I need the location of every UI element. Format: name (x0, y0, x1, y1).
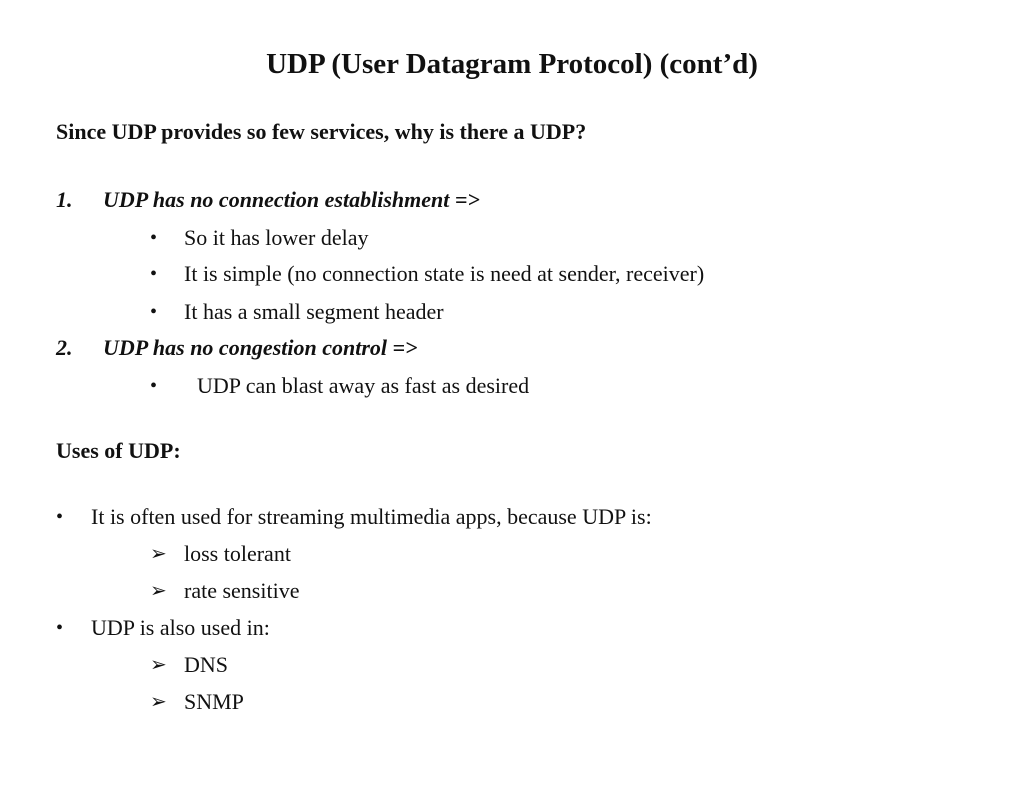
bullet-icon: • (56, 506, 64, 528)
list-item: It is simple (no connection state is nee… (184, 261, 705, 286)
bullet-icon: • (150, 301, 158, 323)
slide-title: UDP (User Datagram Protocol) (cont’d) (266, 48, 758, 80)
arrow-bullet-icon: ➢ (150, 654, 167, 676)
list-item: loss tolerant (184, 541, 291, 566)
arrow-bullet-icon: ➢ (150, 580, 167, 602)
list-item: So it has lower delay (184, 225, 369, 250)
list-item: It is often used for streaming multimedi… (91, 504, 652, 529)
list-item: SNMP (184, 689, 244, 714)
reason-number: 2. (56, 335, 73, 360)
bullet-icon: • (150, 263, 158, 285)
question-heading: Since UDP provides so few services, why … (56, 119, 587, 144)
reason-number: 1. (56, 187, 73, 212)
list-item: rate sensitive (184, 578, 300, 603)
reason-heading: UDP has no connection establishment => (103, 187, 480, 212)
list-item: UDP can blast away as fast as desired (197, 373, 530, 398)
arrow-bullet-icon: ➢ (150, 691, 167, 713)
bullet-icon: • (150, 227, 158, 249)
list-item: It has a small segment header (184, 299, 444, 324)
uses-heading: Uses of UDP: (56, 438, 181, 463)
arrow-bullet-icon: ➢ (150, 543, 167, 565)
list-item: DNS (184, 652, 229, 677)
bullet-icon: • (56, 617, 64, 639)
list-item: UDP is also used in: (91, 615, 270, 640)
reason-heading: UDP has no congestion control => (103, 335, 418, 360)
bullet-icon: • (150, 375, 158, 397)
